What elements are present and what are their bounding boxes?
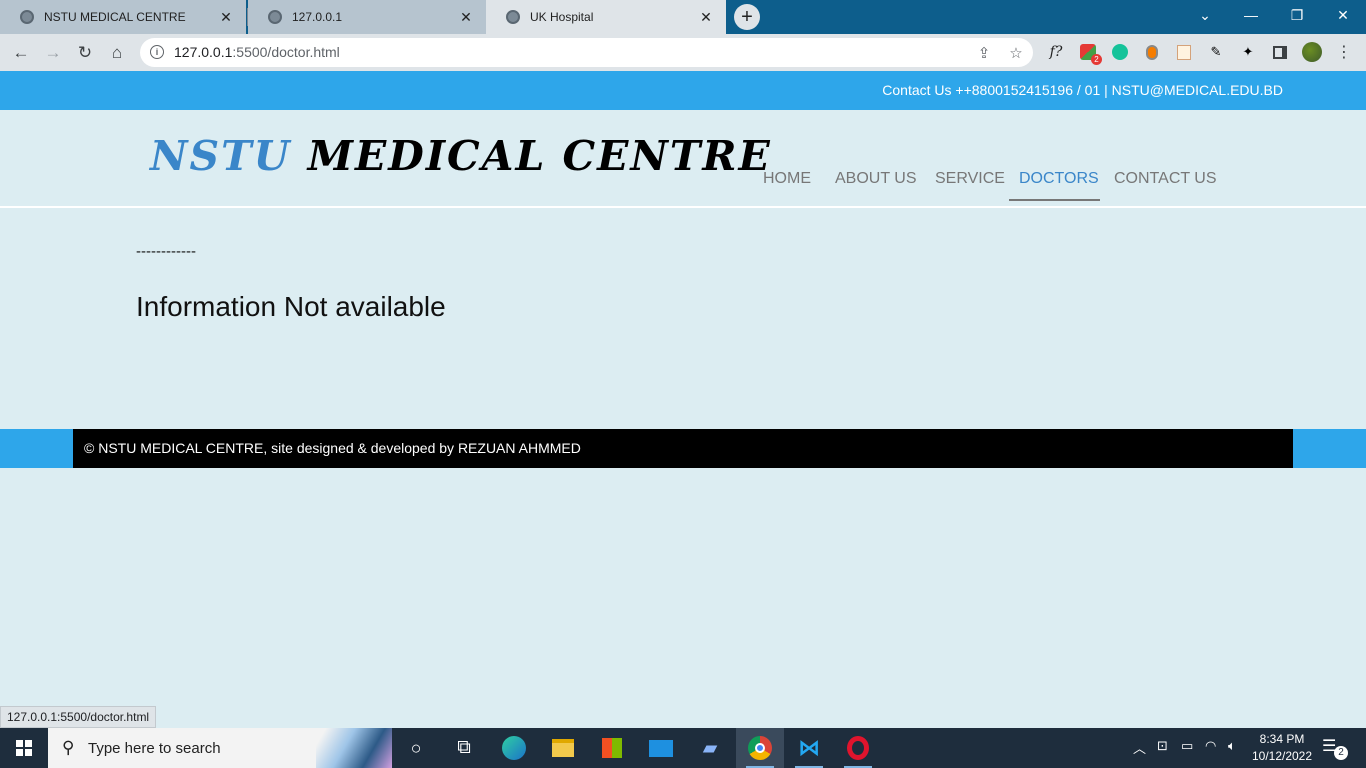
site-logo[interactable]: NSTU MEDICAL CENTRE: [150, 132, 772, 180]
extension-badge-count: 2: [1091, 54, 1102, 65]
footer-copyright: © NSTU MEDICAL CENTRE, site designed & d…: [84, 440, 581, 456]
contact-bar: Contact Us ++8800152415196 / 01 | NSTU@M…: [0, 71, 1366, 110]
remote-desktop-icon[interactable]: ▰: [686, 728, 734, 768]
action-center-icon[interactable]: ☰ 2: [1322, 736, 1348, 760]
extensions-puzzle-icon[interactable]: ✦: [1238, 42, 1258, 62]
forward-arrow-icon[interactable]: →: [40, 40, 66, 66]
search-highlight-image: [316, 728, 392, 768]
mail-icon[interactable]: [637, 728, 685, 768]
logo-part-medical-centre: MEDICAL CENTRE: [307, 132, 772, 180]
profile-avatar[interactable]: [1302, 42, 1322, 62]
notification-count-badge: 2: [1334, 746, 1348, 760]
cortana-icon[interactable]: ○: [392, 728, 440, 768]
taskbar-search[interactable]: ⚲ Type here to search: [48, 728, 392, 768]
volume-icon[interactable]: 🔈︎: [1228, 738, 1236, 754]
clock-date: 10/12/2022: [1251, 749, 1313, 763]
back-arrow-icon[interactable]: ←: [8, 40, 34, 66]
new-tab-button[interactable]: +: [734, 4, 760, 30]
url-host: 127.0.0.1: [174, 44, 233, 60]
microsoft-store-icon[interactable]: [588, 728, 636, 768]
section-divider-text: ------------: [136, 243, 196, 260]
home-icon[interactable]: ⌂: [104, 40, 130, 66]
clock-time: 8:34 PM: [1259, 732, 1305, 746]
search-placeholder: Type here to search: [88, 740, 221, 757]
tab-title: NSTU MEDICAL CENTRE: [44, 10, 186, 24]
close-icon[interactable]: ✕: [698, 9, 714, 25]
windows-logo-icon: [16, 740, 32, 756]
eyedropper-extension-icon[interactable]: ✎: [1206, 42, 1226, 62]
browser-tab-strip: NSTU MEDICAL CENTRE ✕ 127.0.0.1 ✕ UK Hos…: [0, 0, 1366, 34]
globe-icon: [506, 10, 520, 24]
start-button[interactable]: [0, 728, 48, 768]
formula-extension-icon[interactable]: f?: [1046, 42, 1066, 62]
meet-now-icon[interactable]: ⊡: [1157, 738, 1168, 754]
site-info-icon[interactable]: i: [150, 45, 164, 59]
window-close-button[interactable]: ✕: [1320, 0, 1366, 30]
opera-icon[interactable]: [834, 728, 882, 768]
nav-doctors[interactable]: DOCTORS: [1019, 170, 1099, 188]
tab-search-chevron-icon[interactable]: ⌄: [1182, 0, 1228, 30]
windows-taskbar: ⚲ Type here to search ○ ⧉ ▰ ⋈ ︿ ⊡ ▭ ◠ 🔈︎…: [0, 728, 1366, 768]
search-icon: ⚲: [62, 738, 75, 757]
browser-toolbar: ← → ↻ ⌂ i 127.0.0.1:5500/doctor.html ⇪ ☆…: [0, 34, 1366, 71]
address-bar[interactable]: i 127.0.0.1:5500/doctor.html ⇪ ☆: [140, 38, 1033, 67]
globe-icon: [268, 10, 282, 24]
minimize-button[interactable]: —: [1228, 0, 1274, 30]
wifi-icon[interactable]: ◠: [1205, 738, 1216, 754]
restore-button[interactable]: ❐: [1274, 0, 1320, 30]
task-view-icon[interactable]: ⧉: [440, 728, 488, 768]
url-text[interactable]: 127.0.0.1:5500/doctor.html: [174, 44, 340, 60]
active-nav-underline: [1009, 199, 1100, 201]
vscode-icon[interactable]: ⋈: [785, 728, 833, 768]
tab-nstu-medical-centre[interactable]: NSTU MEDICAL CENTRE ✕: [0, 0, 246, 34]
nav-about-us[interactable]: ABOUT US: [835, 170, 917, 188]
grammarly-icon[interactable]: [1110, 42, 1130, 62]
logo-part-nstu: NSTU: [150, 132, 292, 180]
contact-info: Contact Us ++8800152415196 / 01 | NSTU@M…: [882, 82, 1283, 98]
reload-icon[interactable]: ↻: [72, 40, 98, 66]
side-panel-icon[interactable]: [1270, 42, 1290, 62]
tab-title: 127.0.0.1: [292, 10, 343, 24]
nav-home[interactable]: HOME: [763, 170, 811, 188]
system-clock[interactable]: 8:34 PM 10/12/2022: [1248, 731, 1316, 765]
edge-browser-icon[interactable]: [490, 728, 538, 768]
honey-extension-icon[interactable]: [1142, 42, 1162, 62]
battery-icon[interactable]: ▭: [1181, 738, 1193, 754]
url-path: :5500/doctor.html: [232, 44, 340, 60]
file-explorer-icon[interactable]: [539, 728, 587, 768]
close-icon[interactable]: ✕: [218, 9, 234, 25]
tab-title: UK Hospital: [530, 10, 594, 24]
kebab-menu-icon[interactable]: ⋮: [1334, 42, 1354, 62]
status-bar-url: 127.0.0.1:5500/doctor.html: [0, 706, 157, 728]
site-footer: © NSTU MEDICAL CENTRE, site designed & d…: [73, 429, 1293, 468]
close-icon[interactable]: ✕: [458, 9, 474, 25]
nav-service[interactable]: SERVICE: [935, 170, 1005, 188]
notes-extension-icon[interactable]: [1174, 42, 1194, 62]
info-message: Information Not available: [136, 291, 446, 322]
bookmark-star-icon[interactable]: ☆: [1006, 43, 1026, 63]
globe-icon: [20, 10, 34, 24]
chrome-icon[interactable]: [736, 728, 784, 768]
show-hidden-icons-chevron-icon[interactable]: ︿: [1133, 738, 1146, 757]
tab-localhost[interactable]: 127.0.0.1 ✕: [248, 0, 486, 34]
site-header: NSTU MEDICAL CENTRE HOME ABOUT US SERVIC…: [0, 110, 1366, 208]
tab-uk-hospital[interactable]: UK Hospital ✕: [486, 0, 726, 34]
extension-badge-icon[interactable]: 2: [1078, 42, 1102, 65]
share-icon[interactable]: ⇪: [974, 43, 994, 63]
nav-contact-us[interactable]: CONTACT US: [1114, 170, 1217, 188]
